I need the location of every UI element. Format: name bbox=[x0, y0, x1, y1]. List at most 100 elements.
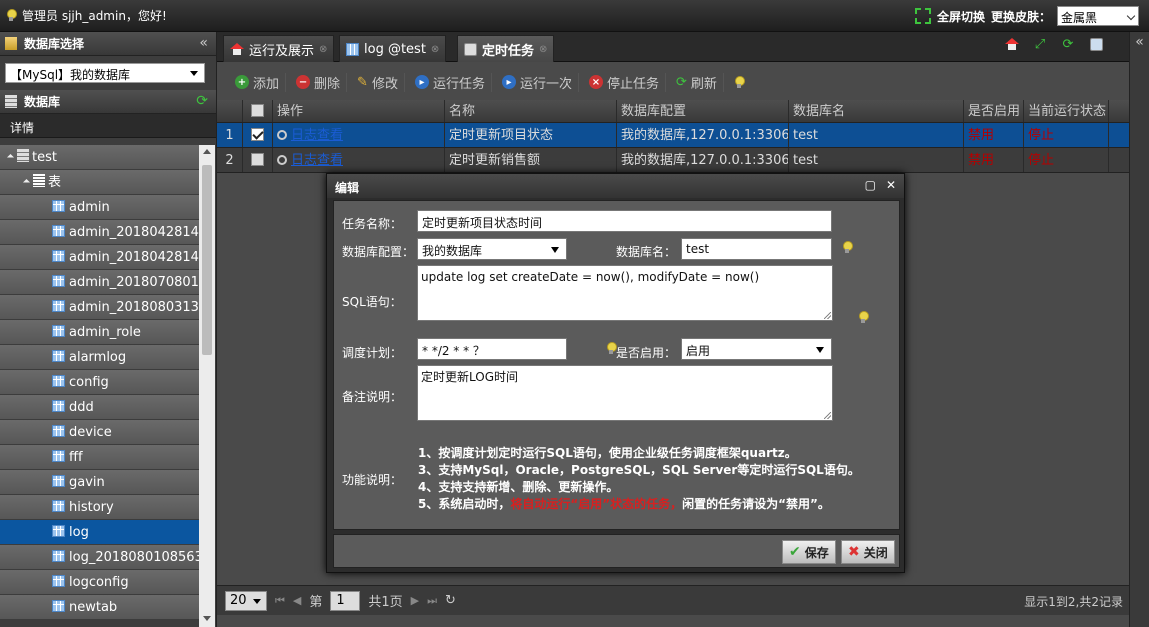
row-checkbox[interactable] bbox=[251, 128, 264, 141]
row-select[interactable] bbox=[243, 123, 273, 147]
page-size-select[interactable]: 20 bbox=[225, 590, 267, 611]
delete-button[interactable]: − 删除 bbox=[290, 72, 348, 92]
reload-icon[interactable]: ↻ bbox=[445, 593, 456, 608]
close-label: 关闭 bbox=[863, 545, 888, 560]
right-collapse-bar[interactable]: « bbox=[1129, 32, 1149, 627]
dialog-footer: ✔ 保存 ✖ 关闭 bbox=[333, 534, 900, 568]
tab-menu-icon[interactable] bbox=[1087, 35, 1105, 53]
toolbar: + 添加 − 删除 ✎ 修改 ▸ 运行任务 ▸ 运行一次 × 停止任务 ⟳ 刷新 bbox=[217, 68, 1129, 96]
tree-table-item[interactable]: admin_201808031301 bbox=[0, 295, 199, 320]
fullscreen-toggle[interactable]: 全屏切换 bbox=[937, 8, 985, 25]
refresh-button[interactable]: ⟳ 刷新 bbox=[670, 72, 724, 92]
close-icon[interactable]: ✕ bbox=[886, 178, 896, 192]
maximize-icon[interactable]: ▢ bbox=[865, 178, 876, 192]
schedule-input[interactable]: * */2 * * ？ bbox=[417, 338, 567, 360]
enabled-select[interactable]: 启用 bbox=[681, 338, 832, 360]
task-name-input[interactable]: 定时更新项目状态时间 bbox=[417, 210, 832, 232]
tab-scheduled-task[interactable]: 定时任务 ⊗ bbox=[457, 35, 555, 62]
tree-table-item[interactable]: fff bbox=[0, 445, 199, 470]
function-description: 1、按调度计划定时运行SQL语句，使用企业级任务调度框架quartz。 3、支持… bbox=[418, 445, 860, 513]
tab-log[interactable]: log @test ⊗ bbox=[339, 35, 447, 62]
tree-table-item[interactable]: gavin bbox=[0, 470, 199, 495]
log-view-link[interactable]: 日志查看 bbox=[291, 153, 343, 168]
tree-table-item[interactable]: device bbox=[0, 420, 199, 445]
detail-tab[interactable]: 详情 bbox=[0, 114, 216, 138]
close-tab-icon[interactable]: ⊗ bbox=[431, 44, 439, 55]
tree-table-item[interactable]: ddd bbox=[0, 395, 199, 420]
folder-icon bbox=[33, 174, 45, 187]
database-select-icon bbox=[5, 37, 17, 50]
select-all-checkbox[interactable] bbox=[251, 104, 264, 117]
greeting-text: 管理员 sjjh_admin，您好! bbox=[22, 9, 167, 23]
left-panel: 数据库选择 « 【MySql】我的数据库 数据库 ⟳ 详情 test 表 adm… bbox=[0, 32, 217, 627]
tree-table-label: admin_201804281405 bbox=[69, 250, 199, 265]
tab-run-display[interactable]: 运行及展示 ⊗ bbox=[223, 35, 335, 62]
col-select-all[interactable] bbox=[243, 100, 273, 122]
tree-table-item[interactable]: admin_role bbox=[0, 320, 199, 345]
close-tab-icon[interactable]: ⊗ bbox=[539, 44, 547, 55]
add-button[interactable]: + 添加 bbox=[229, 72, 287, 92]
edit-dialog: 编辑 ▢ ✕ 任务名称： 定时更新项目状态时间 数据库配置： 我的数据库 数据库名… bbox=[326, 173, 905, 573]
tree-table-item[interactable]: config bbox=[0, 370, 199, 395]
prev-page-icon[interactable]: ◀ bbox=[293, 594, 301, 607]
maximize-icon[interactable]: ⤢ bbox=[1031, 35, 1049, 53]
table-row[interactable]: 2 日志查看 定时更新销售额 我的数据库,127.0.0.1:3306 test… bbox=[217, 148, 1129, 173]
log-view-link[interactable]: 日志查看 bbox=[291, 128, 343, 143]
help-button[interactable] bbox=[728, 75, 750, 89]
close-button[interactable]: ✖ 关闭 bbox=[841, 540, 895, 564]
scroll-thumb[interactable] bbox=[202, 165, 212, 355]
run-task-button[interactable]: ▸ 运行任务 bbox=[409, 72, 492, 92]
db-config-select[interactable]: 我的数据库 bbox=[417, 238, 567, 260]
db-select-header: 数据库选择 « bbox=[0, 32, 216, 56]
stop-task-button[interactable]: × 停止任务 bbox=[583, 72, 666, 92]
row-select[interactable] bbox=[243, 148, 273, 172]
func-line-5c: 闲置的任务请设为“禁用”。 bbox=[682, 497, 830, 511]
collapse-right-icon[interactable]: « bbox=[1135, 34, 1144, 50]
db-name-input[interactable]: test bbox=[681, 238, 832, 260]
tree-node-folder[interactable]: 表 bbox=[0, 170, 199, 195]
scroll-up-icon[interactable] bbox=[203, 149, 211, 154]
next-page-icon[interactable]: ▶ bbox=[411, 594, 419, 607]
refresh-icon[interactable]: ⟳ bbox=[1059, 35, 1077, 53]
tree-scrollbar[interactable] bbox=[199, 145, 215, 627]
fullscreen-icon[interactable] bbox=[914, 8, 931, 24]
tree-table-item[interactable]: admin_201804281405 bbox=[0, 220, 199, 245]
remark-textarea[interactable]: 定时更新LOG时间 bbox=[417, 365, 833, 421]
tree-table-item[interactable]: alarmlog bbox=[0, 345, 199, 370]
pager-info: 显示1到2,共2记录 bbox=[1024, 595, 1123, 609]
tree-table-item[interactable]: logconfig bbox=[0, 570, 199, 595]
tree-table-item[interactable]: history bbox=[0, 495, 199, 520]
scroll-down-icon[interactable] bbox=[203, 616, 211, 621]
table-row[interactable]: 1 日志查看 定时更新项目状态 我的数据库,127.0.0.1:3306 tes… bbox=[217, 123, 1129, 148]
dialog-title: 编辑 bbox=[335, 181, 360, 195]
tree-table-item[interactable]: newtab bbox=[0, 595, 199, 620]
run-once-button[interactable]: ▸ 运行一次 bbox=[496, 72, 579, 92]
tree-table-item[interactable]: admin bbox=[0, 195, 199, 220]
edit-button[interactable]: ✎ 修改 bbox=[351, 72, 405, 92]
row-status: 停止 bbox=[1024, 148, 1109, 172]
sql-textarea[interactable]: update log set createDate = now(), modif… bbox=[417, 265, 833, 321]
tree-table-item[interactable]: admin_201807080106 bbox=[0, 270, 199, 295]
database-select[interactable]: 【MySql】我的数据库 bbox=[5, 63, 205, 83]
pager: 20 ⏮ ◀ 第 1 共1页 ▶ ⏭ ↻ bbox=[217, 585, 1129, 615]
skin-select[interactable]: 金属黑 bbox=[1057, 6, 1139, 26]
last-page-icon[interactable]: ⏭ bbox=[427, 594, 437, 608]
tree-node-db[interactable]: test bbox=[0, 145, 199, 170]
collapse-left-icon[interactable]: « bbox=[199, 35, 208, 51]
save-button[interactable]: ✔ 保存 bbox=[782, 540, 836, 564]
expand-icon[interactable] bbox=[22, 178, 31, 187]
close-tab-icon[interactable]: ⊗ bbox=[319, 44, 327, 55]
first-page-icon[interactable]: ⏮ bbox=[275, 594, 285, 608]
row-name: 定时更新销售额 bbox=[445, 148, 617, 172]
refresh-tree-icon[interactable]: ⟳ bbox=[196, 93, 208, 109]
tab-bar: 运行及展示 ⊗ log @test ⊗ 定时任务 ⊗ ⤢ ⟳ bbox=[217, 32, 1129, 62]
expand-icon[interactable] bbox=[6, 153, 15, 162]
row-checkbox[interactable] bbox=[251, 153, 264, 166]
page-input[interactable]: 1 bbox=[330, 590, 361, 611]
tree-table-item[interactable]: log bbox=[0, 520, 199, 545]
tree-table-item[interactable]: admin_201804281405 bbox=[0, 245, 199, 270]
tree-db-label: test bbox=[32, 150, 57, 165]
home-icon[interactable] bbox=[1003, 35, 1021, 53]
task-name-label: 任务名称： bbox=[342, 217, 403, 231]
tree-table-item[interactable]: log_20180801085630 bbox=[0, 545, 199, 570]
